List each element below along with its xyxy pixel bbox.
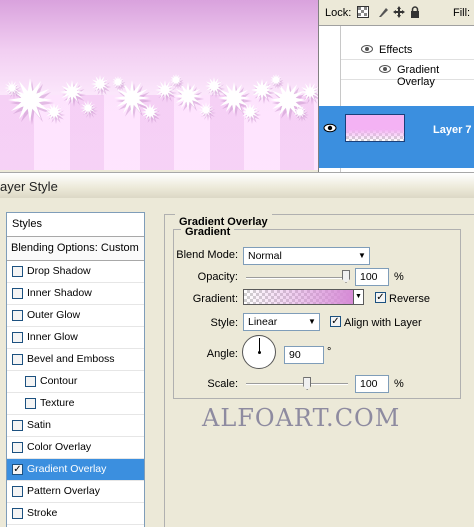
style-item-label: Contour [40, 375, 78, 387]
style-checkbox[interactable] [12, 354, 23, 365]
fill-label: Fill: [453, 7, 471, 19]
style-checkbox[interactable] [12, 486, 23, 497]
gradient-dropdown-button[interactable]: ▼ [353, 289, 364, 305]
reverse-checkbox[interactable]: ✓ [375, 292, 386, 303]
style-checkbox[interactable] [12, 332, 23, 343]
style-label: Style: [210, 317, 238, 329]
opacity-label: Opacity: [197, 271, 238, 283]
eye-icon[interactable] [379, 64, 391, 77]
opacity-input[interactable]: 100 [355, 268, 389, 286]
style-item-label: Color Overlay [27, 441, 92, 453]
style-checkbox[interactable] [12, 310, 23, 321]
style-checkbox[interactable] [12, 420, 23, 431]
style-item-contour[interactable]: Contour [7, 371, 144, 393]
layer-thumbnail [345, 114, 405, 142]
scale-input[interactable]: 100 [355, 375, 389, 393]
chevron-down-icon: ▼ [308, 317, 316, 326]
style-item-bevel-and-emboss[interactable]: Bevel and Emboss [7, 349, 144, 371]
style-checkbox[interactable] [25, 376, 36, 387]
align-with-layer-checkbox[interactable]: ✓ [330, 316, 341, 327]
style-item-outer-glow[interactable]: Outer Glow [7, 305, 144, 327]
watermark-text: ALFOART.COM [202, 404, 401, 432]
style-item-label: Inner Shadow [27, 287, 92, 299]
layer-name: Layer 7 [433, 124, 472, 136]
star-shape [60, 80, 84, 104]
star-shape [251, 79, 273, 101]
dialog-titlebar[interactable]: ayer Style [0, 172, 474, 198]
style-item-label: Satin [27, 419, 51, 431]
style-item-inner-glow[interactable]: Inner Glow [7, 327, 144, 349]
angle-label: Angle: [206, 348, 238, 360]
layers-list: Effects Gradient Overlay Layer 7 [319, 26, 474, 172]
effect-item-label: Gradient Overlay [397, 64, 440, 88]
gradient-label: Gradient: [192, 293, 238, 305]
star-decorations [4, 74, 318, 125]
style-select[interactable]: Linear ▼ [243, 313, 320, 331]
blending-options-item[interactable]: Blending Options: Custom [7, 237, 144, 261]
angle-dial[interactable] [242, 335, 276, 369]
angle-input[interactable]: 90 [284, 346, 324, 364]
effect-gradient-overlay-row[interactable]: Gradient Overlay [341, 60, 474, 88]
style-item-label: Bevel and Emboss [27, 353, 115, 365]
lock-toolbar: Lock: Fill: [319, 0, 474, 26]
lock-transparent-icon[interactable] [357, 6, 369, 18]
style-checkbox[interactable] [12, 288, 23, 299]
opacity-unit: % [394, 271, 404, 283]
lock-position-icon[interactable] [393, 6, 405, 18]
effects-row[interactable]: Effects [341, 40, 474, 60]
style-item-label: Texture [40, 397, 75, 409]
style-item-drop-shadow[interactable]: Drop Shadow [7, 261, 144, 283]
lock-image-icon[interactable] [377, 6, 389, 18]
gradient-preview-swatch[interactable] [243, 289, 354, 305]
style-item-pattern-overlay[interactable]: Pattern Overlay [7, 481, 144, 503]
layers-panel: Lock: Fill: Effects Gradient Overlay Lay… [318, 0, 474, 172]
style-item-inner-shadow[interactable]: Inner Shadow [7, 283, 144, 305]
blend-mode-label: Blend Mode: [176, 249, 238, 261]
gradient-subgroup-title: Gradient [181, 226, 235, 238]
style-value: Linear [248, 316, 278, 328]
style-checkbox[interactable] [25, 398, 36, 409]
style-item-label: Stroke [27, 507, 58, 519]
style-item-label: Outer Glow [27, 309, 81, 321]
reverse-label: Reverse [389, 293, 430, 305]
style-item-satin[interactable]: Satin [7, 415, 144, 437]
canvas-preview [0, 0, 318, 170]
scale-label: Scale: [207, 378, 238, 390]
style-item-color-overlay[interactable]: Color Overlay [7, 437, 144, 459]
blend-mode-value: Normal [248, 250, 282, 262]
scale-slider-track[interactable] [246, 383, 348, 385]
style-checkbox[interactable] [12, 442, 23, 453]
lock-label: Lock: [325, 7, 352, 19]
scale-unit: % [394, 378, 404, 390]
style-checkbox[interactable] [12, 266, 23, 277]
style-item-label: Inner Glow [27, 331, 78, 343]
angle-unit: ° [327, 346, 332, 358]
align-with-layer-label: Align with Layer [344, 317, 422, 329]
dialog-title: ayer Style [0, 179, 58, 194]
style-item-gradient-overlay[interactable]: ✓ Gradient Overlay [7, 459, 144, 481]
opacity-slider-track[interactable] [246, 277, 348, 279]
styles-header[interactable]: Styles [7, 213, 144, 237]
eye-icon[interactable] [323, 123, 337, 136]
chevron-down-icon: ▼ [358, 251, 366, 260]
style-item-texture[interactable]: Texture [7, 393, 144, 415]
blend-mode-select[interactable]: Normal ▼ [243, 247, 370, 265]
style-item-label: Pattern Overlay [27, 485, 100, 497]
eye-icon[interactable] [361, 44, 373, 57]
styles-list: Styles Blending Options: Custom Drop Sha… [6, 212, 145, 527]
style-item-label: Gradient Overlay [27, 463, 107, 475]
lock-all-icon[interactable] [409, 6, 421, 18]
layer-row-layer-7[interactable]: Layer 7 [319, 106, 474, 168]
style-checkbox[interactable]: ✓ [12, 464, 23, 475]
style-checkbox[interactable] [12, 508, 23, 519]
effects-label: Effects [379, 44, 413, 56]
style-item-label: Drop Shadow [27, 265, 91, 277]
style-item-stroke[interactable]: Stroke [7, 503, 144, 525]
